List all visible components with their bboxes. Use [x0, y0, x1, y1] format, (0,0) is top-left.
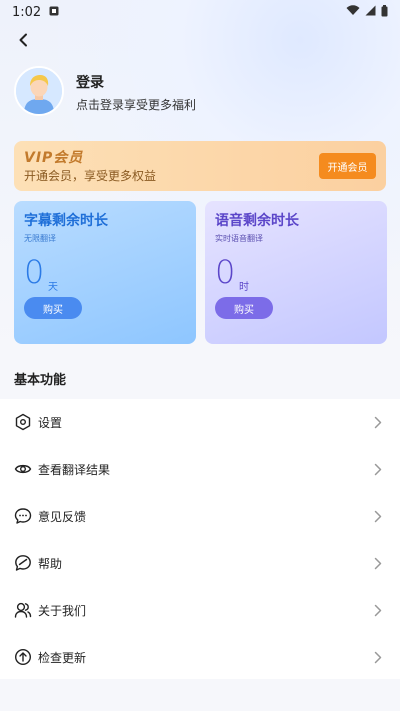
feedback-icon [14, 507, 32, 525]
chevron-right-icon [373, 462, 383, 476]
subtitle-card-sub: 无限翻译 [24, 234, 56, 243]
voice-remaining-value: 0 [215, 253, 236, 291]
battery-icon [381, 4, 388, 20]
update-icon [14, 648, 32, 666]
wifi-icon [346, 5, 360, 19]
menu-item-feedback[interactable]: 意见反馈 [0, 493, 400, 539]
menu-label: 检查更新 [38, 650, 87, 665]
vip-subtitle: 开通会员，享受更多权益 [24, 169, 157, 183]
vip-banner[interactable]: VIP会员 开通会员，享受更多权益 开通会员 [14, 141, 386, 191]
notification-icon [49, 5, 59, 20]
subtitle-time-card[interactable]: 字幕剩余时长 无限翻译 0 天 购买 [14, 201, 196, 344]
back-button[interactable] [12, 30, 34, 52]
chevron-right-icon [373, 603, 383, 617]
menu-label: 意见反馈 [38, 509, 87, 524]
login-title[interactable]: 登录 [76, 72, 104, 92]
menu-item-view-results[interactable]: 查看翻译结果 [0, 446, 400, 492]
chevron-left-icon [18, 32, 28, 51]
function-menu: 设置 查看翻译结果 意见反馈 帮助 关于我们 检查更新 [0, 399, 400, 679]
chevron-right-icon [373, 415, 383, 429]
voice-remaining-unit: 时 [239, 282, 249, 293]
about-icon [14, 601, 32, 619]
chevron-right-icon [373, 509, 383, 523]
voice-time-card[interactable]: 语音剩余时长 实时语音翻译 0 时 购买 [205, 201, 387, 344]
voice-card-sub: 实时语音翻译 [215, 234, 263, 243]
status-bar: 1:02 [0, 0, 400, 24]
menu-label: 查看翻译结果 [38, 462, 111, 477]
status-time: 1:02 [12, 4, 42, 20]
menu-item-settings[interactable]: 设置 [0, 399, 400, 445]
open-membership-button[interactable]: 开通会员 [319, 153, 376, 179]
signal-icon [365, 5, 376, 19]
settings-icon [14, 413, 32, 431]
voice-buy-button[interactable]: 购买 [215, 297, 273, 319]
menu-label: 帮助 [38, 556, 63, 571]
subtitle-buy-button[interactable]: 购买 [24, 297, 82, 319]
login-subtitle[interactable]: 点击登录享受更多福利 [76, 96, 196, 113]
avatar[interactable] [14, 66, 64, 116]
chevron-right-icon [373, 556, 383, 570]
vip-title: VIP会员 [24, 150, 84, 166]
menu-item-help[interactable]: 帮助 [0, 540, 400, 586]
voice-card-title: 语音剩余时长 [215, 213, 299, 229]
subtitle-card-title: 字幕剩余时长 [24, 213, 108, 229]
subtitle-remaining-value: 0 [24, 253, 45, 291]
section-title: 基本功能 [14, 373, 67, 388]
menu-label: 关于我们 [38, 603, 87, 618]
avatar-illustration [16, 68, 62, 114]
subtitle-remaining-unit: 天 [48, 282, 58, 293]
help-icon [14, 554, 32, 572]
menu-item-about[interactable]: 关于我们 [0, 587, 400, 633]
menu-item-check-update[interactable]: 检查更新 [0, 634, 400, 680]
menu-label: 设置 [38, 415, 63, 430]
eye-icon [14, 460, 32, 478]
chevron-right-icon [373, 650, 383, 664]
